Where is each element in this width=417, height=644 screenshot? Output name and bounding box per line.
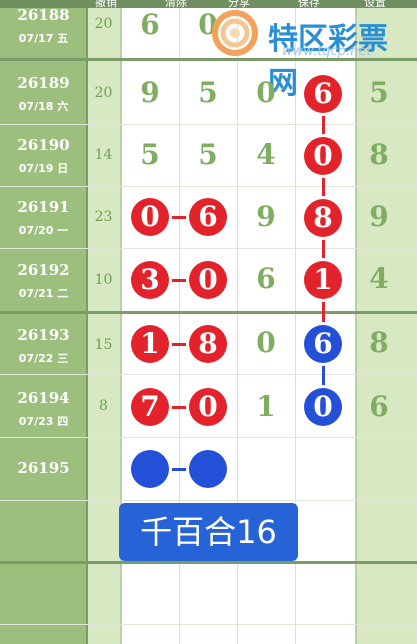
digit-cell: 5 (198, 138, 218, 171)
sum-value: 20 (94, 16, 113, 32)
row-divider (0, 248, 417, 249)
save-button[interactable]: 保存 (298, 0, 320, 10)
red-ball: 3 (131, 261, 169, 299)
issue-number: 26192 (17, 261, 70, 279)
sum-value: 14 (94, 147, 113, 163)
row-divider (0, 124, 417, 125)
issue-number: 26190 (17, 136, 70, 154)
blue-ball: 6 (304, 325, 342, 363)
issue-date: 07/20 一 (18, 224, 69, 237)
sum-value: 20 (94, 85, 113, 101)
row-divider (0, 437, 417, 438)
right-value: 4 (369, 262, 389, 295)
undo-button[interactable]: 撤销 (95, 0, 117, 10)
sum-value: 23 (94, 209, 113, 225)
blue-ball-empty[interactable] (189, 450, 227, 488)
right-value: 9 (369, 200, 389, 233)
issue-number: 26195 (17, 459, 70, 477)
red-ball: 8 (189, 325, 227, 363)
issue-column (0, 0, 87, 644)
row-divider (0, 500, 417, 501)
red-ball: 1 (304, 261, 342, 299)
settings-button[interactable]: 设置 (364, 0, 386, 10)
digit-cell: 0 (256, 76, 276, 109)
right-value: 5 (369, 76, 389, 109)
row-divider (0, 374, 417, 375)
red-ball: 7 (131, 388, 169, 426)
sum-value: 8 (99, 398, 108, 414)
issue-date: 07/23 四 (18, 415, 69, 428)
logo-swirl-icon (212, 10, 258, 56)
issue-date: 07/18 六 (18, 100, 69, 113)
issue-number: 26189 (17, 74, 70, 92)
blue-ball: 0 (304, 388, 342, 426)
watermark-url: www.tqcp.net (282, 44, 372, 59)
issue-date: 07/22 三 (18, 352, 69, 365)
red-ball: 6 (304, 75, 342, 113)
red-ball: 6 (189, 198, 227, 236)
issue-number: 26193 (17, 326, 70, 344)
sum-value: 10 (94, 272, 113, 288)
red-ball: 0 (189, 388, 227, 426)
right-value: 6 (369, 390, 389, 423)
issue-date: 07/21 二 (18, 287, 69, 300)
red-ball: 0 (189, 261, 227, 299)
issue-date: 07/19 日 (18, 162, 69, 175)
right-value: 8 (369, 138, 389, 171)
red-ball: 0 (304, 137, 342, 175)
right-value: 8 (369, 326, 389, 359)
blue-ball-empty[interactable] (131, 450, 169, 488)
issue-date: 07/17 五 (18, 32, 69, 45)
share-button[interactable]: 分享 (228, 0, 250, 10)
digit-cell: 9 (256, 200, 276, 233)
selection-badge[interactable]: 千百合16 (119, 503, 298, 561)
issue-number: 26191 (17, 198, 70, 216)
red-ball: 1 (131, 325, 169, 363)
sum-value: 15 (94, 337, 113, 353)
red-ball: 0 (131, 198, 169, 236)
row-divider (0, 561, 417, 564)
digit-cell: 0 (256, 326, 276, 359)
row-divider (0, 311, 417, 314)
row-divider (0, 624, 417, 625)
digit-cell: 9 (140, 76, 160, 109)
digit-cell: 1 (256, 390, 276, 423)
digit-cell: 6 (140, 8, 160, 41)
issue-number: 26194 (17, 389, 70, 407)
digit-cell: 5 (198, 76, 218, 109)
digit-cell: 4 (256, 138, 276, 171)
issue-number: 26188 (17, 6, 70, 24)
row-divider (0, 186, 417, 187)
digit-cell: 6 (256, 262, 276, 295)
digit-cell: 5 (140, 138, 160, 171)
red-ball: 8 (304, 199, 342, 237)
